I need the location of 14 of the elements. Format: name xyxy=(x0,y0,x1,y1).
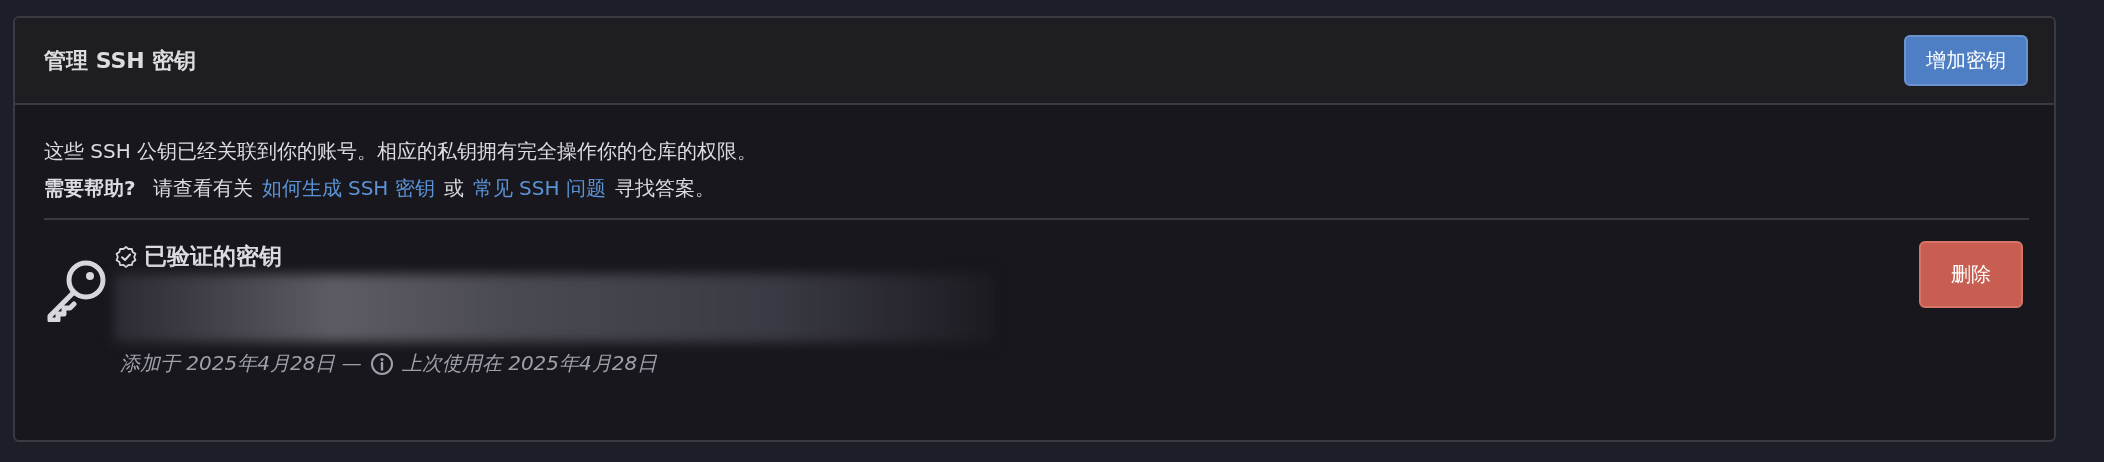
panel-title: 管理 SSH 密钥 xyxy=(44,46,197,75)
description-text: 这些 SSH 公钥已经关联到你的账号。相应的私钥拥有完全操作你的仓库的权限。 xyxy=(44,138,759,165)
delete-button[interactable]: 删除 xyxy=(1919,241,2023,308)
generate-key-link[interactable]: 如何生成 SSH 密钥 xyxy=(261,170,435,207)
help-text: 或 xyxy=(443,175,464,202)
key-title: 已验证的密钥 xyxy=(144,242,282,271)
info-icon xyxy=(369,351,394,376)
help-text: 请查看有关 xyxy=(152,175,253,202)
added-date: 添加于 2025年4月28日 — xyxy=(120,350,362,377)
add-key-button[interactable]: 增加密钥 xyxy=(1904,35,2028,86)
ssh-problems-link[interactable]: 常见 SSH 问题 xyxy=(472,170,606,207)
last-used-date: 上次使用在 2025年4月28日 xyxy=(401,350,658,377)
help-label: 需要帮助? xyxy=(44,175,136,202)
help-text: 寻找答案。 xyxy=(614,175,715,202)
